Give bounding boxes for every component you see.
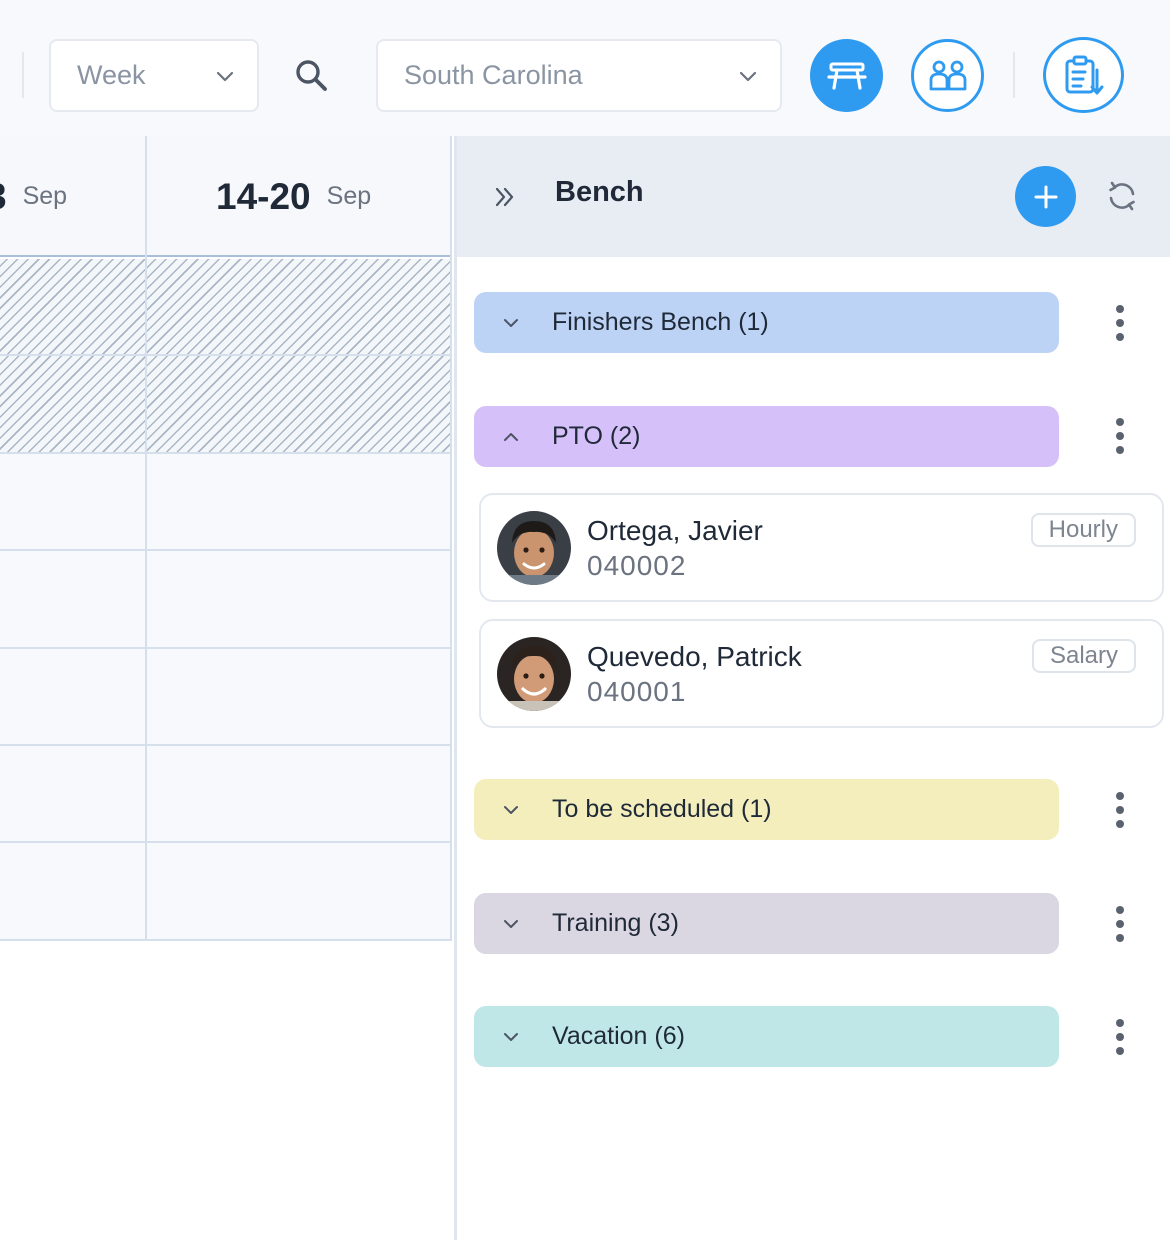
more-options-icon[interactable] bbox=[1112, 1019, 1128, 1055]
more-options-icon[interactable] bbox=[1112, 305, 1128, 341]
calendar-header: 3 Sep 14-20 Sep bbox=[0, 136, 450, 257]
bench-title: Bench bbox=[555, 176, 644, 208]
week-column-header[interactable]: 3 Sep bbox=[0, 136, 67, 257]
bench-group-vacation[interactable]: Vacation (6) bbox=[474, 1006, 1059, 1067]
employee-name: Quevedo, Patrick bbox=[587, 641, 802, 672]
chevron-up-icon bbox=[504, 432, 518, 441]
calendar-row-unavailable bbox=[0, 259, 452, 356]
people-icon bbox=[929, 60, 966, 90]
toolbar-divider bbox=[22, 52, 24, 98]
chevron-down-icon bbox=[504, 805, 518, 814]
bench-group-training[interactable]: Training (3) bbox=[474, 893, 1059, 954]
employee-card[interactable]: Ortega, Javier 040002 Hourly bbox=[479, 493, 1164, 602]
clipboard-sort-icon bbox=[1065, 55, 1103, 95]
calendar-row[interactable] bbox=[0, 843, 452, 941]
bench-group-label: Training (3) bbox=[552, 909, 679, 937]
week-range: 3 bbox=[0, 176, 7, 218]
bench-group-label: To be scheduled (1) bbox=[552, 795, 772, 823]
bench-view-button[interactable] bbox=[810, 39, 883, 112]
pay-type-badge: Hourly bbox=[1030, 513, 1136, 547]
week-month: Sep bbox=[326, 182, 372, 210]
calendar-row[interactable] bbox=[0, 551, 452, 649]
employee-id: 040002 bbox=[587, 550, 687, 581]
location-select[interactable]: South Carolina bbox=[376, 39, 782, 112]
chevron-down-icon bbox=[739, 71, 757, 81]
toolbar-divider bbox=[1013, 52, 1015, 98]
week-column-header[interactable]: 14-20 Sep bbox=[216, 136, 371, 257]
bench-group-label: Vacation (6) bbox=[552, 1022, 685, 1050]
top-toolbar: Week South Carolina bbox=[0, 0, 1170, 136]
column-divider bbox=[145, 136, 147, 941]
employee-card[interactable]: Quevedo, Patrick 040001 Salary bbox=[479, 619, 1164, 728]
bench-group-label: PTO (2) bbox=[552, 422, 641, 450]
refresh-icon[interactable] bbox=[1106, 180, 1138, 212]
bench-group-finishers[interactable]: Finishers Bench (1) bbox=[474, 292, 1059, 353]
search-icon[interactable] bbox=[294, 58, 328, 92]
more-options-icon[interactable] bbox=[1112, 906, 1128, 942]
week-month: Sep bbox=[22, 182, 68, 210]
double-chevron-right-icon[interactable] bbox=[493, 185, 517, 209]
add-bench-button[interactable] bbox=[1015, 166, 1076, 227]
bench-group-to-be-scheduled[interactable]: To be scheduled (1) bbox=[474, 779, 1059, 840]
week-range: 14-20 bbox=[216, 175, 311, 217]
view-select[interactable]: Week bbox=[49, 39, 259, 112]
chevron-down-icon bbox=[504, 919, 518, 928]
calendar-row[interactable] bbox=[0, 454, 452, 551]
more-options-icon[interactable] bbox=[1112, 792, 1128, 828]
location-select-value: South Carolina bbox=[404, 60, 583, 90]
employee-name: Ortega, Javier bbox=[587, 515, 763, 546]
chevron-down-icon bbox=[504, 318, 518, 327]
calendar-row-unavailable bbox=[0, 356, 452, 454]
panel-divider[interactable] bbox=[454, 136, 457, 1240]
bench-icon bbox=[826, 62, 867, 90]
employee-id: 040001 bbox=[587, 676, 687, 707]
bench-header: Bench bbox=[457, 136, 1170, 257]
people-view-button[interactable] bbox=[911, 39, 984, 112]
calendar-row[interactable] bbox=[0, 746, 452, 843]
clipboard-sort-button[interactable] bbox=[1043, 37, 1124, 113]
view-select-value: Week bbox=[77, 60, 146, 90]
bench-group-pto[interactable]: PTO (2) bbox=[474, 406, 1059, 467]
calendar-row[interactable] bbox=[0, 649, 452, 746]
bench-group-label: Finishers Bench (1) bbox=[552, 308, 769, 336]
calendar-grid: 3 Sep 14-20 Sep bbox=[0, 136, 455, 1240]
plus-icon bbox=[1034, 185, 1057, 208]
more-options-icon[interactable] bbox=[1112, 418, 1128, 454]
avatar bbox=[497, 511, 571, 585]
chevron-down-icon bbox=[216, 71, 234, 81]
column-divider bbox=[450, 136, 452, 941]
chevron-down-icon bbox=[504, 1032, 518, 1041]
avatar bbox=[497, 637, 571, 711]
pay-type-badge: Salary bbox=[1031, 639, 1136, 673]
